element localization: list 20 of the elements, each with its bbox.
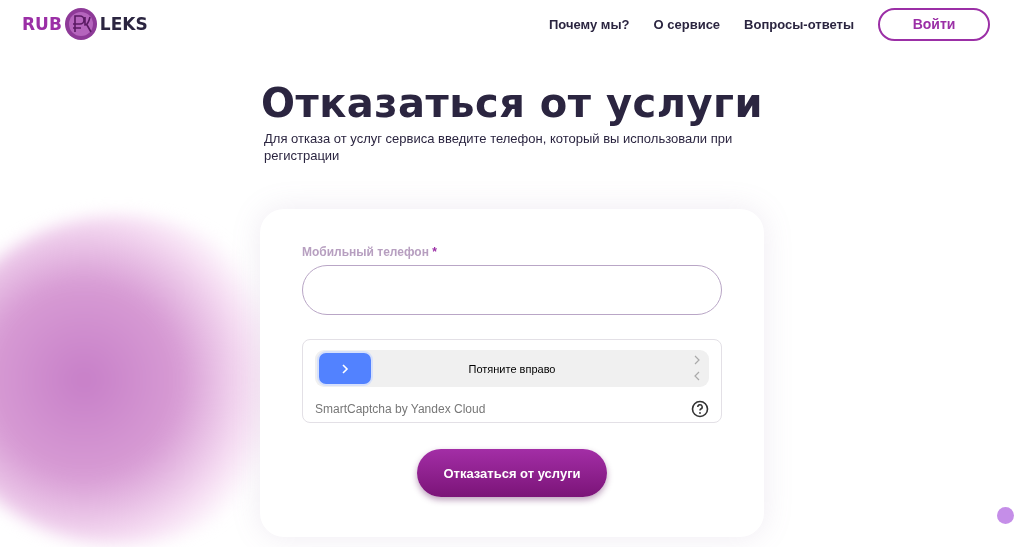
page-title: Отказаться от услуги: [261, 82, 763, 124]
nav-link[interactable]: Вопросы-ответы: [744, 16, 854, 32]
nav-link[interactable]: О сервисе: [653, 16, 721, 32]
submit-button[interactable]: Отказаться от услуги: [417, 449, 607, 497]
login-button[interactable]: Войти: [878, 7, 990, 41]
field-label: Мобильный телефон *: [302, 245, 438, 259]
nav-link[interactable]: Почему мы?: [549, 16, 630, 32]
logo-text: RUB: [22, 14, 62, 34]
captcha-brand: SmartCaptcha by Yandex Cloud: [315, 402, 486, 416]
chevron-right-icon: [340, 362, 350, 375]
help-icon[interactable]: [691, 400, 709, 418]
phone-input-field[interactable]: [302, 265, 722, 315]
page-subtitle: Для отказа от услуг сервиса введите телефон, который вы использовали при регистрации: [264, 130, 734, 164]
logo-text: LEKS: [99, 14, 148, 34]
slider-handle[interactable]: [319, 353, 371, 384]
floating-dot: [997, 507, 1014, 524]
logo-coin-icon: [63, 7, 98, 41]
captcha-slider[interactable]: Потяните вправо: [315, 350, 709, 387]
slider-hint: Потяните вправо: [468, 362, 556, 375]
double-chevron-icon: [693, 354, 701, 382]
